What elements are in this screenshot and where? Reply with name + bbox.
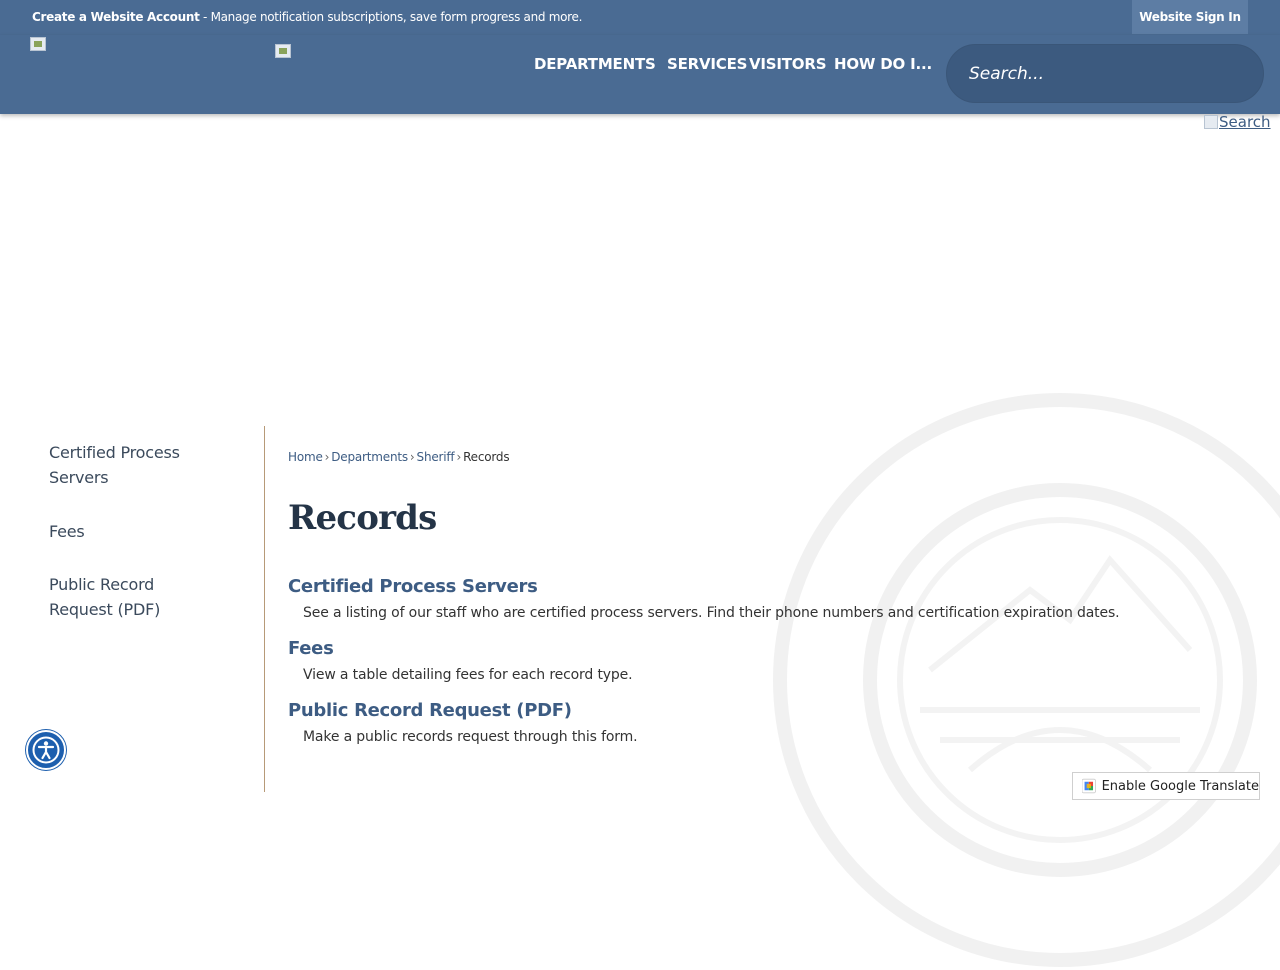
sidebar-item-public-record-request[interactable]: Public Record Request (PDF) (49, 572, 219, 622)
nav-visitors[interactable]: VISITORS (749, 55, 827, 73)
google-translate-button[interactable]: Enable Google Translate (1072, 772, 1260, 800)
translate-label: Enable Google Translate (1101, 778, 1259, 794)
nav-how-do-i[interactable]: HOW DO I... (834, 55, 932, 73)
link-description: Make a public records request through th… (303, 729, 638, 745)
breadcrumb-separator: › (324, 450, 330, 464)
breadcrumb: Home › Departments › Sheriff › Records (288, 450, 510, 464)
search-submit-link[interactable]: Search (1204, 113, 1271, 131)
search-box (946, 44, 1264, 103)
nav-departments[interactable]: DEPARTMENTS (534, 55, 656, 73)
search-input[interactable] (969, 59, 1249, 89)
website-sign-in-button[interactable]: Website Sign In (1132, 0, 1248, 34)
breadcrumb-home[interactable]: Home (288, 450, 323, 464)
site-logo-broken-image[interactable] (30, 37, 46, 51)
accessibility-person-icon (32, 736, 60, 764)
link-fees[interactable]: Fees (288, 638, 334, 659)
account-promo: Create a Website Account - Manage notifi… (32, 10, 582, 24)
breadcrumb-sheriff[interactable]: Sheriff (417, 450, 455, 464)
sidebar-item-certified-process-servers[interactable]: Certified Process Servers (49, 440, 219, 490)
create-account-link[interactable]: Create a Website Account (32, 10, 200, 24)
link-description: View a table detailing fees for each rec… (303, 667, 633, 683)
link-description: See a listing of our staff who are certi… (303, 605, 1120, 621)
link-public-record-request[interactable]: Public Record Request (PDF) (288, 700, 572, 721)
breadcrumb-separator: › (456, 450, 462, 464)
page-title: Records (288, 498, 437, 538)
site-header: DEPARTMENTS SERVICES VISITORS HOW DO I..… (0, 35, 1280, 114)
link-certified-process-servers[interactable]: Certified Process Servers (288, 576, 538, 597)
search-broken-image-icon (1204, 115, 1218, 129)
breadcrumb-separator: › (409, 450, 415, 464)
sidebar-item-fees[interactable]: Fees (49, 519, 219, 544)
search-link-text: Search (1219, 113, 1271, 131)
google-translate-icon (1082, 778, 1096, 794)
breadcrumb-departments[interactable]: Departments (331, 450, 408, 464)
nav-services[interactable]: SERVICES (667, 55, 747, 73)
accessibility-button[interactable] (26, 730, 66, 770)
county-seal-watermark (773, 393, 1280, 967)
header-banner-broken-image (275, 44, 291, 58)
account-promo-text: - Manage notification subscriptions, sav… (199, 10, 583, 24)
utility-bar: Create a Website Account - Manage notifi… (0, 0, 1280, 35)
breadcrumb-current: Records (463, 450, 510, 464)
